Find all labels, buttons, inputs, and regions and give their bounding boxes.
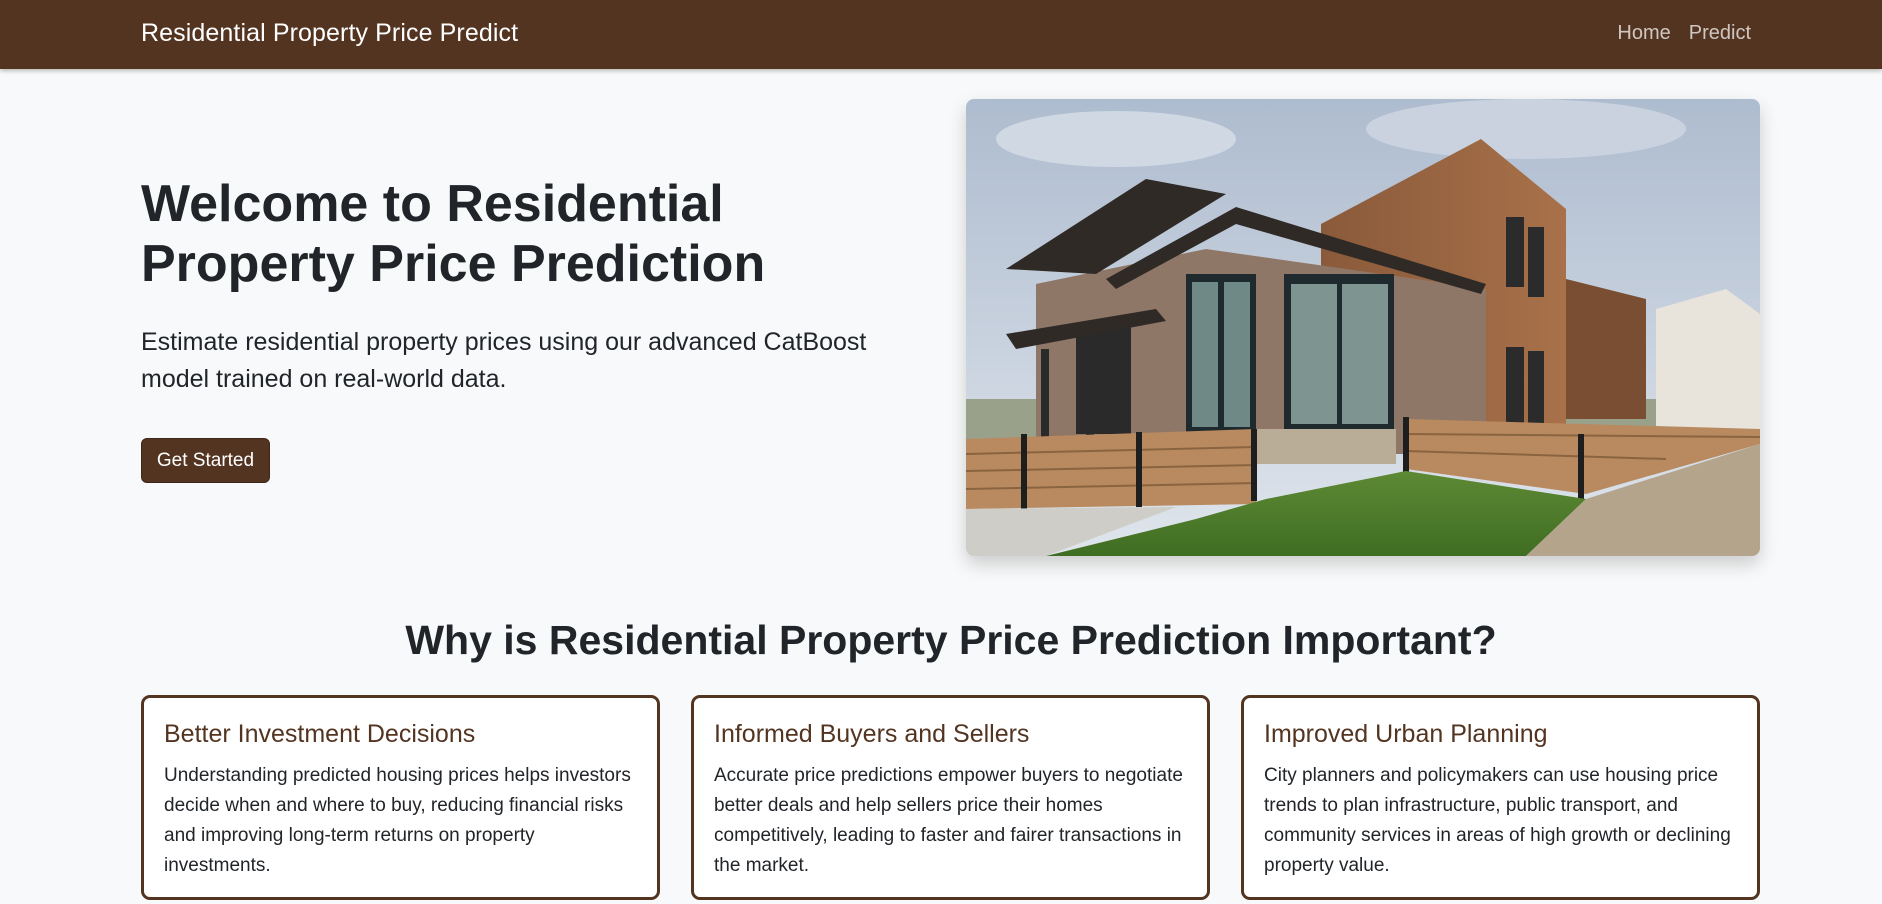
nav-link-home[interactable]: Home: [1617, 22, 1670, 45]
card-buyers-sellers: Informed Buyers and Sellers Accurate pri…: [691, 695, 1210, 900]
section-title: Why is Residential Property Price Predic…: [405, 617, 1497, 663]
card-text: City planners and policymakers can use h…: [1264, 765, 1731, 876]
nav-link-predict[interactable]: Predict: [1689, 22, 1751, 45]
navbar: Residential Property Price Predict Home …: [0, 0, 1882, 69]
card-text: Understanding predicted housing prices h…: [164, 765, 631, 876]
nav-links: Home Predict: [1617, 22, 1751, 45]
card-title: Informed Buyers and Sellers: [714, 720, 1030, 748]
get-started-button[interactable]: Get Started: [141, 438, 270, 483]
navbar-brand[interactable]: Residential Property Price Predict: [141, 19, 518, 48]
hero-lead: Estimate residential property prices usi…: [141, 328, 867, 393]
hero-title: Welcome to Residential Property Price Pr…: [141, 175, 766, 293]
card-text: Accurate price predictions empower buyer…: [714, 765, 1183, 876]
card-title: Improved Urban Planning: [1264, 720, 1548, 748]
card-investment: Better Investment Decisions Understandin…: [141, 695, 660, 900]
card-title: Better Investment Decisions: [164, 720, 476, 748]
hero-house-image: [966, 99, 1760, 556]
card-urban-planning: Improved Urban Planning City planners an…: [1241, 695, 1760, 900]
